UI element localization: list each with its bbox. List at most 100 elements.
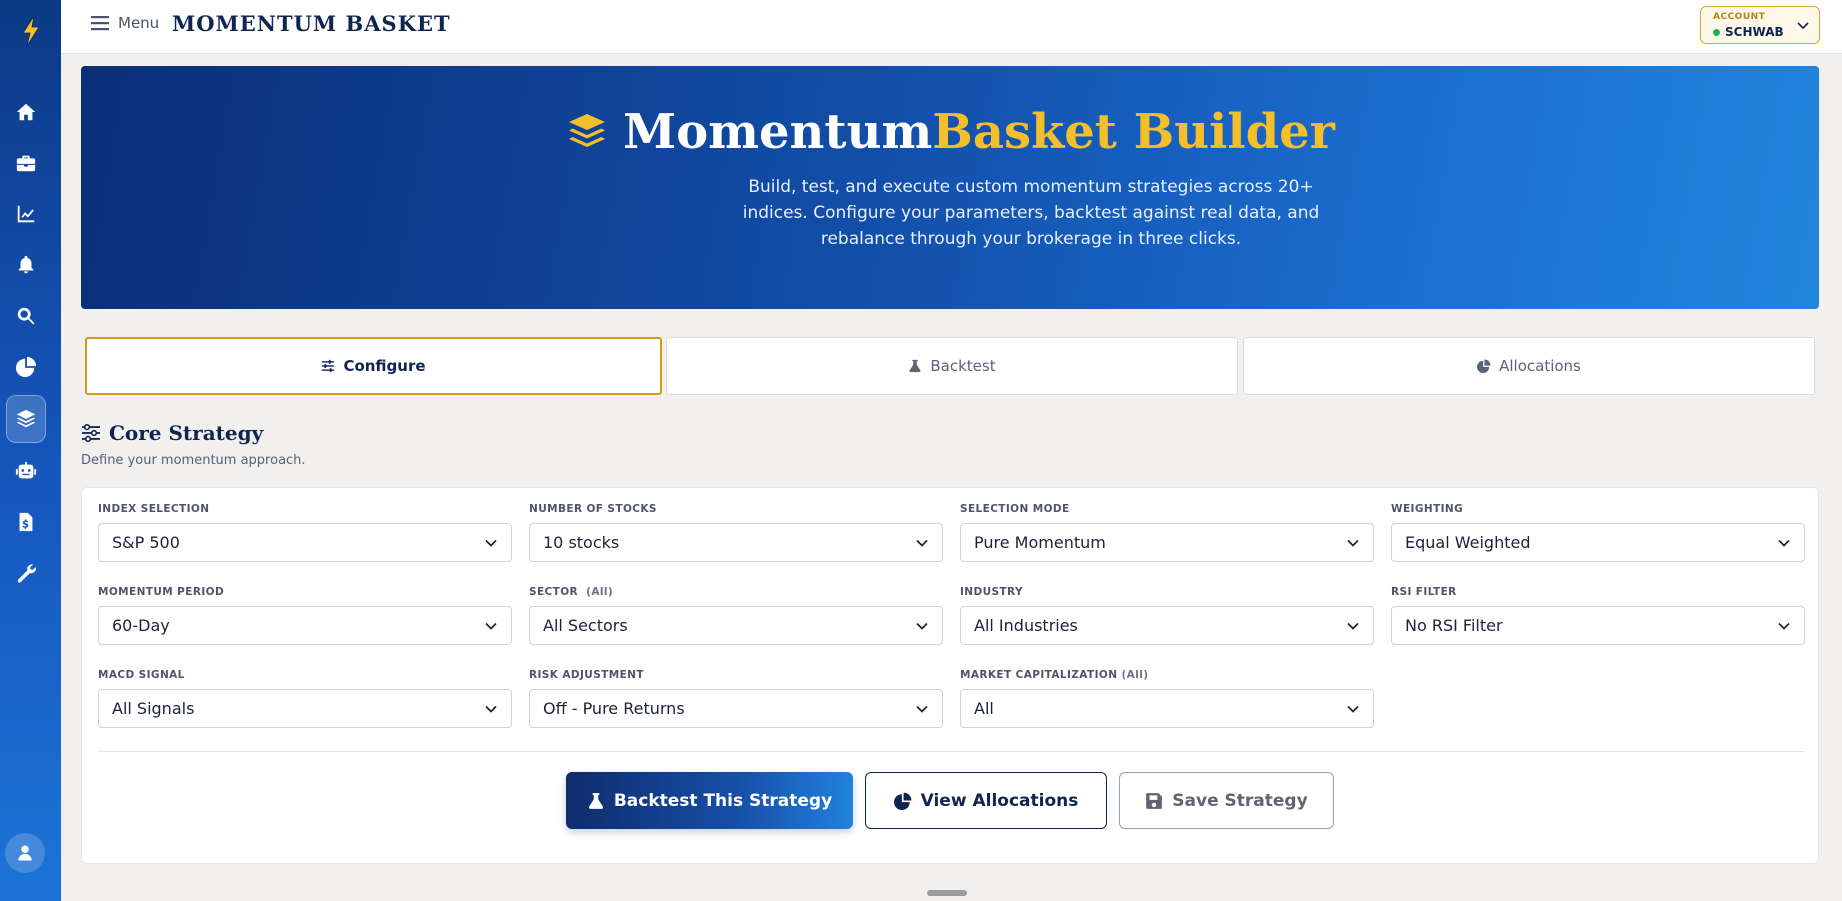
sliders-icon [82, 423, 100, 442]
save-strategy-button[interactable]: Save Strategy [1119, 772, 1334, 829]
account-name: SCHWAB [1725, 25, 1784, 39]
momentum-period-label: MOMENTUM PERIOD [98, 586, 225, 598]
selection-mode-select[interactable]: Pure Momentum [960, 523, 1374, 562]
tab-backtest-label: Backtest [930, 357, 996, 375]
save-strategy-label: Save Strategy [1172, 790, 1308, 811]
lightning-logo-icon[interactable] [11, 11, 51, 51]
chevron-down-icon [1778, 539, 1790, 547]
nav-chart-line-icon[interactable] [6, 194, 46, 234]
weighting-select[interactable]: Equal Weighted [1391, 523, 1805, 562]
scroll-handle[interactable] [927, 890, 967, 896]
chevron-down-icon [1347, 539, 1359, 547]
hero-banner: MomentumBasket Builder Build, test, and … [81, 66, 1819, 309]
section-title: Core Strategy [81, 421, 263, 445]
industry-label: INDUSTRY [960, 586, 1023, 598]
number-of-stocks-value: 10 stocks [543, 533, 620, 552]
field-sector: SECTOR (All) All Sectors [529, 586, 943, 645]
rsi-filter-label: RSI FILTER [1391, 586, 1457, 598]
tab-allocations-label: Allocations [1499, 357, 1581, 375]
save-icon [1146, 792, 1163, 809]
tab-backtest[interactable]: Backtest [666, 337, 1238, 395]
view-allocations-button[interactable]: View Allocations [865, 772, 1107, 829]
chevron-down-icon [916, 622, 928, 630]
tab-allocations[interactable]: Allocations [1243, 337, 1815, 395]
nav-bell-icon[interactable] [6, 245, 46, 285]
account-value: SCHWAB [1713, 25, 1784, 39]
account-selector[interactable]: ACCOUNT SCHWAB [1700, 6, 1820, 44]
chevron-down-icon [916, 539, 928, 547]
number-of-stocks-select[interactable]: 10 stocks [529, 523, 943, 562]
pie-chart-icon [1477, 359, 1491, 373]
weighting-value: Equal Weighted [1405, 533, 1531, 552]
macd-signal-select[interactable]: All Signals [98, 689, 512, 728]
industry-value: All Industries [974, 616, 1078, 635]
sector-select[interactable]: All Sectors [529, 606, 943, 645]
field-number-of-stocks: NUMBER OF STOCKS 10 stocks [529, 503, 943, 562]
strategy-form-card: INDEX SELECTION S&P 500 NUMBER OF STOCKS… [81, 487, 1819, 864]
nav-tools-icon[interactable] [6, 553, 46, 593]
nav-home-icon[interactable] [6, 92, 46, 132]
risk-adjustment-value: Off - Pure Returns [543, 699, 685, 718]
backtest-strategy-button[interactable]: Backtest This Strategy [566, 772, 853, 829]
nav-dollar-file-icon[interactable] [6, 502, 46, 542]
tab-configure[interactable]: Configure [85, 337, 662, 395]
field-momentum-period: MOMENTUM PERIOD 60-Day [98, 586, 512, 645]
chevron-down-icon [485, 705, 497, 713]
chevron-down-icon [1797, 22, 1809, 30]
nav-briefcase-icon[interactable] [6, 143, 46, 183]
market-cap-label-text: MARKET CAPITALIZATION [960, 669, 1118, 681]
chevron-down-icon [1347, 622, 1359, 630]
field-market-cap: MARKET CAPITALIZATION (All) All [960, 669, 1374, 728]
market-cap-select[interactable]: All [960, 689, 1374, 728]
view-allocations-label: View Allocations [920, 790, 1079, 811]
chevron-down-icon [1347, 705, 1359, 713]
status-dot-icon [1713, 28, 1720, 36]
user-avatar-icon[interactable] [5, 833, 45, 873]
field-weighting: WEIGHTING Equal Weighted [1391, 503, 1805, 562]
pie-chart-icon [893, 792, 912, 810]
market-cap-label: MARKET CAPITALIZATION (All) [960, 669, 1374, 683]
nav-layers-icon[interactable] [6, 395, 46, 443]
risk-adjustment-label: RISK ADJUSTMENT [529, 669, 644, 681]
nav-robot-icon[interactable] [6, 451, 46, 491]
field-rsi-filter: RSI FILTER No RSI Filter [1391, 586, 1805, 645]
layers-icon [569, 114, 606, 147]
macd-signal-value: All Signals [112, 699, 195, 718]
field-selection-mode: SELECTION MODE Pure Momentum [960, 503, 1374, 562]
momentum-period-select[interactable]: 60-Day [98, 606, 512, 645]
section-subtitle: Define your momentum approach. [81, 453, 306, 468]
menu-label: Menu [118, 14, 160, 32]
chevron-down-icon [1778, 622, 1790, 630]
field-industry: INDUSTRY All Industries [960, 586, 1374, 645]
market-cap-label-note: (All) [1121, 669, 1149, 681]
rsi-filter-select[interactable]: No RSI Filter [1391, 606, 1805, 645]
chevron-down-icon [916, 705, 928, 713]
hero-title: MomentumBasket Builder [81, 104, 1819, 160]
selection-mode-value: Pure Momentum [974, 533, 1106, 552]
index-selection-label: INDEX SELECTION [98, 503, 210, 515]
field-risk-adjustment: RISK ADJUSTMENT Off - Pure Returns [529, 669, 943, 728]
form-divider [98, 751, 1804, 752]
field-index-selection: INDEX SELECTION S&P 500 [98, 503, 512, 562]
account-label: ACCOUNT [1713, 12, 1766, 22]
sector-label-text: SECTOR [529, 586, 579, 598]
macd-signal-label: MACD SIGNAL [98, 669, 185, 681]
section-title-text: Core Strategy [109, 421, 264, 445]
sector-value: All Sectors [543, 616, 628, 635]
chevron-down-icon [485, 622, 497, 630]
rsi-filter-value: No RSI Filter [1405, 616, 1503, 635]
menu-button[interactable]: Menu [90, 14, 159, 32]
market-cap-value: All [974, 699, 994, 718]
risk-adjustment-select[interactable]: Off - Pure Returns [529, 689, 943, 728]
selection-mode-label: SELECTION MODE [960, 503, 1070, 515]
nav-search-icon[interactable] [6, 296, 46, 336]
brand-title[interactable]: MOMENTUM BASKET [172, 11, 451, 36]
index-selection-select[interactable]: S&P 500 [98, 523, 512, 562]
tab-configure-label: Configure [343, 357, 426, 375]
hero-title-part1: Momentum [623, 104, 933, 160]
sliders-icon [322, 359, 335, 373]
weighting-label: WEIGHTING [1391, 503, 1464, 515]
nav-pie-chart-icon[interactable] [6, 347, 46, 387]
industry-select[interactable]: All Industries [960, 606, 1374, 645]
field-macd-signal: MACD SIGNAL All Signals [98, 669, 512, 728]
